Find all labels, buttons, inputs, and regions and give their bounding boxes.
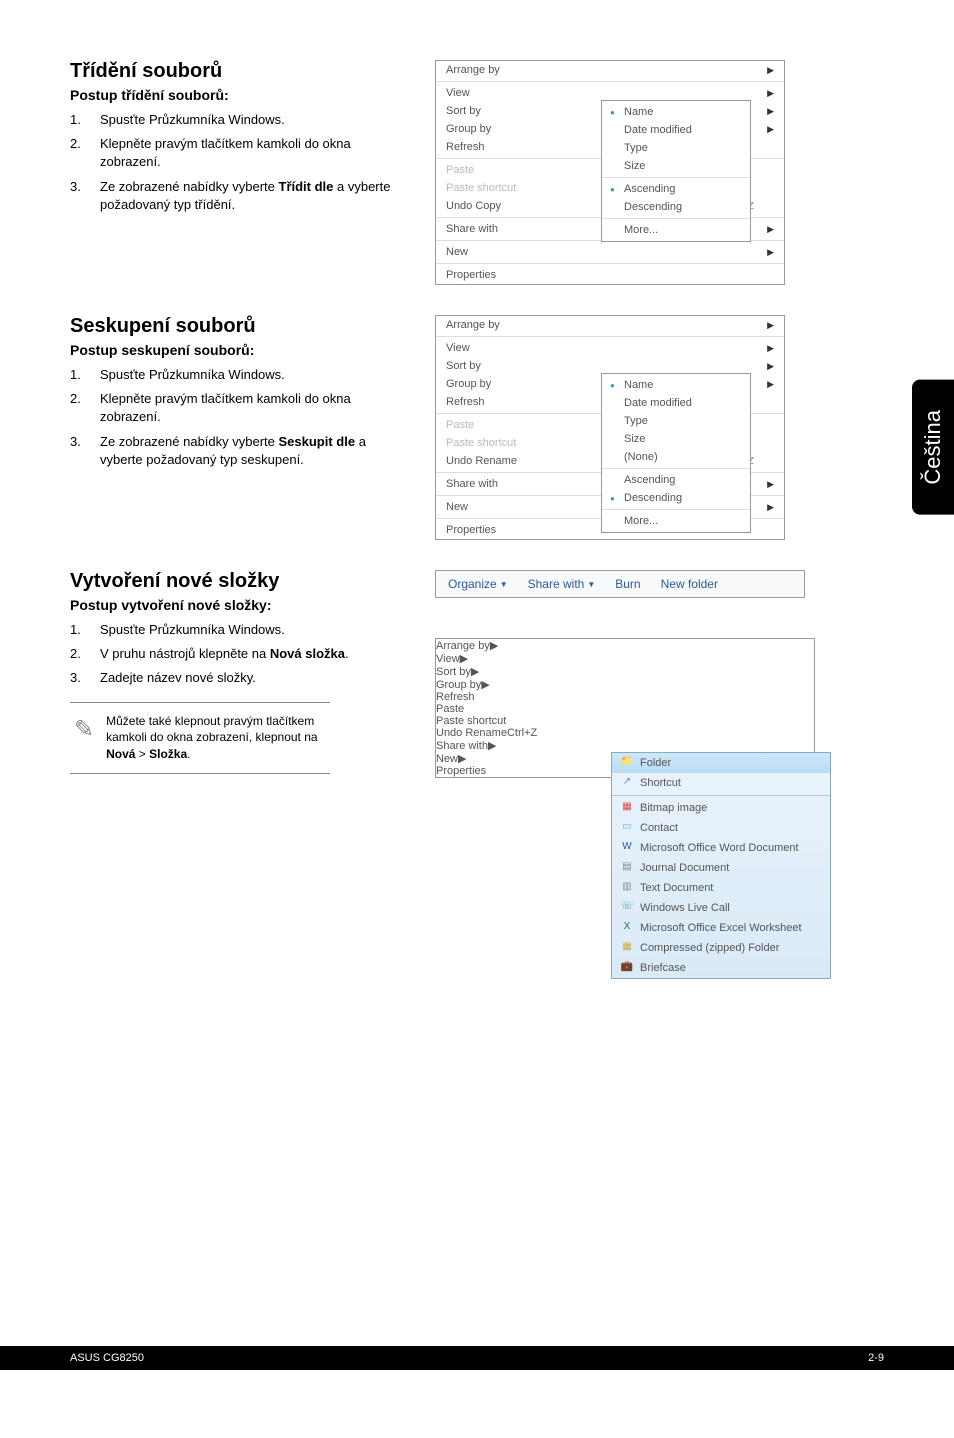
explorer-toolbar: Organize▼ Share with▼ Burn New folder [435,570,805,598]
list-item: Spusťte Průzkumníka Windows. [100,621,410,639]
list-item: Ze zobrazené nabídky vyberte Třídit dle … [100,178,410,214]
folder-icon: 📁 [620,756,634,770]
sec3-title: Vytvoření nové složky [70,570,410,593]
list-item: Klepněte pravým tlačítkem kamkoli do okn… [100,390,410,426]
language-tab: Čeština [912,380,954,515]
footer-model: ASUS CG8250 [70,1352,144,1364]
list-item: Zadejte název nové složky. [100,669,410,687]
text-icon: ▥ [620,881,634,895]
word-icon: W [620,841,634,855]
sec1-title: Třídění souborů [70,60,410,83]
sec1-steps: 1.Spusťte Průzkumníka Windows. 2.Klepnět… [70,111,410,214]
context-menu-new: Arrange by▶ View▶ Sort by▶ Group by▶ Ref… [435,638,815,778]
toolbar-sharewith[interactable]: Share with▼ [528,577,596,591]
list-item: Spusťte Průzkumníka Windows. [100,111,410,129]
contact-icon: ▭ [620,821,634,835]
toolbar-organize[interactable]: Organize▼ [448,577,508,591]
section-group: Seskupení souborů Postup seskupení soubo… [70,315,884,540]
sec2-steps: 1.Spusťte Průzkumníka Windows. 2.Klepnět… [70,366,410,469]
toolbar-burn[interactable]: Burn [615,577,640,591]
journal-icon: ▤ [620,861,634,875]
groupby-submenu: ●Name Date modified Type Size (None) Asc… [601,373,751,533]
sec3-steps: 1.Spusťte Průzkumníka Windows. 2.V pruhu… [70,621,410,688]
list-item: Ze zobrazené nabídky vyberte Seskupit dl… [100,433,410,469]
livecall-icon: ☏ [620,901,634,915]
sortby-submenu: ●Name Date modified Type Size ●Ascending… [601,100,751,242]
section-newfolder: Vytvoření nové složky Postup vytvoření n… [70,570,884,778]
sec2-sub: Postup seskupení souborů: [70,342,410,358]
new-submenu: 📁Folder ↗Shortcut ▦Bitmap image ▭Contact… [611,752,831,979]
section-sort: Třídění souborů Postup třídění souborů: … [70,60,884,285]
excel-icon: X [620,921,634,935]
toolbar-newfolder[interactable]: New folder [661,577,718,591]
list-item: Klepněte pravým tlačítkem kamkoli do okn… [100,135,410,171]
zip-icon: ▦ [620,941,634,955]
sec3-sub: Postup vytvoření nové složky: [70,597,410,613]
sec2-title: Seskupení souborů [70,315,410,338]
context-menu-group: Arrange by▶ View▶ Sort by▶ Group by▶ ●Na… [435,315,785,540]
note-box: ✎ Můžete také klepnout pravým tlačítkem … [70,702,330,774]
pencil-icon: ✎ [74,713,94,747]
context-menu-sort: Arrange by▶ View▶ Sort by▶ ●Name Date mo… [435,60,785,285]
shortcut-icon: ↗ [620,776,634,790]
list-item: Spusťte Průzkumníka Windows. [100,366,410,384]
briefcase-icon: 💼 [620,961,634,975]
note-text: Můžete také klepnout pravým tlačítkem ka… [106,713,326,763]
sec1-sub: Postup třídění souborů: [70,87,410,103]
list-item: V pruhu nástrojů klepněte na Nová složka… [100,645,410,663]
page-footer: ASUS CG8250 2-9 [0,1346,954,1370]
bitmap-icon: ▦ [620,801,634,815]
footer-pagenum: 2-9 [868,1352,884,1364]
